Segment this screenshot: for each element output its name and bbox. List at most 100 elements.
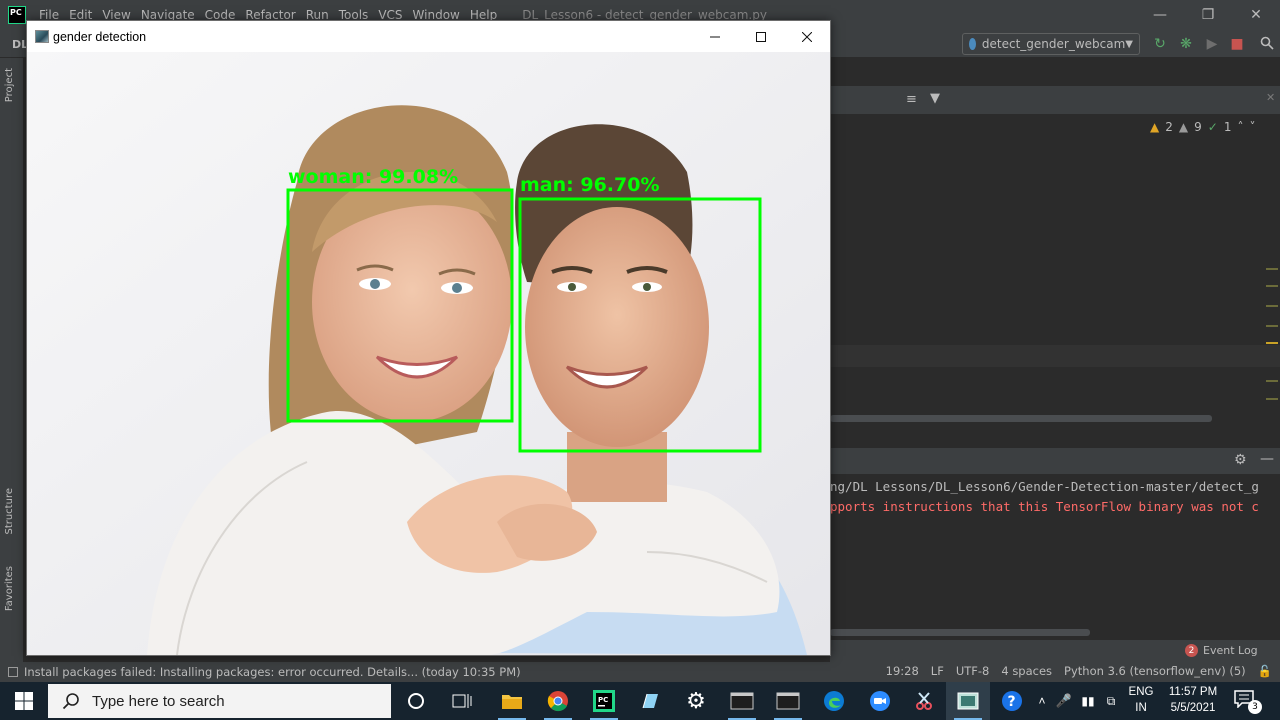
pycharm-icon[interactable]: PC <box>582 682 626 720</box>
console-line: ng/DL Lessons/DL_Lesson6/Gender-Detectio… <box>830 479 1259 494</box>
coverage-icon[interactable]: ▶ <box>1204 36 1220 52</box>
close-panel-icon[interactable]: ✕ <box>1266 91 1275 104</box>
error-stripe-mark[interactable] <box>1266 305 1278 307</box>
run-panel-header: ⚙ — <box>830 448 1280 474</box>
current-line-highlight <box>830 345 1280 367</box>
cortana-icon[interactable] <box>394 682 438 720</box>
gender-detection-window[interactable]: gender detection woman: 99.08% man: 96.7… <box>26 20 831 656</box>
clock-time: 11:57 PM <box>1168 686 1218 698</box>
region-code: IN <box>1135 702 1147 714</box>
project-tool-tab[interactable]: Project <box>4 68 15 102</box>
event-log-label: Event Log <box>1203 644 1258 657</box>
svg-text:PC: PC <box>598 696 608 704</box>
error-stripe-mark[interactable] <box>1266 398 1278 400</box>
search-everywhere-icon[interactable] <box>1259 36 1275 52</box>
notification-badge: 3 <box>1248 700 1262 714</box>
ide-window-controls: — ❐ ✕ <box>1136 0 1280 30</box>
error-stripe-mark[interactable] <box>1266 380 1278 382</box>
zoom-icon[interactable] <box>858 682 902 720</box>
minimize-icon[interactable] <box>692 21 738 52</box>
clock[interactable]: 11:57 PM 5/5/2021 <box>1162 684 1224 716</box>
error-stripe-mark[interactable] <box>1266 342 1278 344</box>
settings-icon[interactable]: ⚙ <box>674 682 718 720</box>
language-code: ENG <box>1128 686 1154 698</box>
error-stripe-mark[interactable] <box>1266 268 1278 270</box>
task-view-icon[interactable] <box>440 682 484 720</box>
editor-toolbar: ≡ ▼ ✕ <box>830 86 1280 114</box>
run-config-selector[interactable]: detect_gender_webcam ▼ <box>962 33 1140 55</box>
interpreter-selector[interactable]: Python 3.6 (tensorflow_env) (5) <box>1064 664 1246 678</box>
close-icon[interactable] <box>784 21 830 52</box>
chrome-icon[interactable] <box>536 682 580 720</box>
windows-taskbar: Type here to search PC ⚙ ? ˄ 🎤 ▮▮ ⧉ ENG … <box>0 682 1280 720</box>
python-icon <box>969 38 976 50</box>
maximize-icon[interactable] <box>738 21 784 52</box>
file-encoding[interactable]: UTF-8 <box>956 664 990 678</box>
warning-count: 2 <box>1165 120 1173 134</box>
file-explorer-icon[interactable] <box>490 682 534 720</box>
app-icon <box>35 30 49 43</box>
hide-panel-icon[interactable]: — <box>1260 451 1274 467</box>
lock-icon[interactable]: 🔓 <box>1258 664 1272 678</box>
taskbar-search-box[interactable]: Type here to search <box>48 684 391 718</box>
terminal-icon-2[interactable] <box>766 682 810 720</box>
console-horizontal-scrollbar[interactable] <box>830 629 1090 636</box>
warning-icon: ▲ <box>1150 120 1160 134</box>
align-icon[interactable]: ≡ <box>906 92 917 107</box>
windows-logo-icon <box>15 692 33 710</box>
detection-label-woman: woman: 99.08% <box>288 166 458 188</box>
event-log-badge: 2 <box>1185 644 1198 657</box>
clock-date: 5/5/2021 <box>1170 702 1216 714</box>
detection-label-man: man: 96.70% <box>520 174 660 196</box>
favorites-tool-tab[interactable]: Favorites <box>4 566 15 611</box>
editor-horizontal-scrollbar[interactable] <box>830 415 1212 422</box>
stop-icon[interactable]: ■ <box>1229 36 1245 52</box>
debug-icon[interactable]: ❋ <box>1178 36 1194 52</box>
search-icon <box>62 693 79 710</box>
snipping-tool-icon[interactable] <box>902 682 946 720</box>
error-stripe-mark[interactable] <box>1266 285 1278 287</box>
opencv-window-taskbar-icon[interactable] <box>946 682 990 720</box>
pycharm-logo-icon: PC <box>8 6 26 24</box>
notepad-icon[interactable] <box>628 682 672 720</box>
gear-icon[interactable]: ⚙ <box>1234 452 1247 468</box>
indent-setting[interactable]: 4 spaces <box>1001 664 1052 678</box>
tray-overflow-chevron-icon[interactable]: ˄ <box>1032 694 1052 708</box>
inspection-widget[interactable]: ▲ 2 ▲ 9 ✓ 1 ˄ ˅ <box>1150 120 1255 134</box>
tool-window-toggle-icon[interactable] <box>8 667 18 677</box>
start-button[interactable] <box>0 682 48 720</box>
rerun-icon[interactable]: ↻ <box>1152 36 1168 52</box>
error-stripe-mark[interactable] <box>1266 325 1278 327</box>
input-language[interactable]: ENG IN <box>1124 684 1158 716</box>
terminal-icon[interactable] <box>720 682 764 720</box>
caret-position[interactable]: 19:28 <box>886 664 919 678</box>
system-tray: ˄ 🎤 ▮▮ ⧉ <box>1032 682 1122 720</box>
chevron-up-icon[interactable]: ˄ <box>1237 120 1243 134</box>
edge-icon[interactable] <box>812 682 856 720</box>
help-icon[interactable]: ? <box>990 682 1034 720</box>
cv-titlebar[interactable]: gender detection <box>27 21 830 52</box>
editor-area[interactable] <box>830 58 1280 453</box>
run-config-label: detect_gender_webcam <box>981 37 1126 51</box>
ide-restore-icon[interactable]: ❐ <box>1184 7 1232 23</box>
line-ending[interactable]: LF <box>931 664 944 678</box>
structure-tool-tab[interactable]: Structure <box>4 488 15 535</box>
run-console[interactable]: ng/DL Lessons/DL_Lesson6/Gender-Detectio… <box>830 474 1280 634</box>
ide-minimize-icon[interactable]: — <box>1136 7 1184 23</box>
event-log-button[interactable]: 2 Event Log <box>1185 644 1258 657</box>
webcam-frame: woman: 99.08% man: 96.70% <box>27 52 830 655</box>
filter-icon[interactable]: ▼ <box>930 91 940 106</box>
status-message[interactable]: Install packages failed: Installing pack… <box>24 665 521 679</box>
cv-window-title: gender detection <box>53 29 147 44</box>
wifi-icon[interactable]: ⧉ <box>1100 694 1122 709</box>
microphone-icon[interactable]: 🎤 <box>1052 693 1076 709</box>
left-tool-strip: Project Structure Favorites <box>0 58 24 662</box>
ide-close-icon[interactable]: ✕ <box>1232 7 1280 23</box>
notification-center-icon[interactable]: 3 <box>1234 690 1262 714</box>
ide-status-bar: Install packages failed: Installing pack… <box>0 662 1280 682</box>
ok-count: 1 <box>1223 120 1232 134</box>
battery-icon[interactable]: ▮▮ <box>1076 694 1100 708</box>
chevron-down-icon: ▼ <box>1125 38 1133 50</box>
chevron-down-small-icon[interactable]: ˅ <box>1249 120 1255 134</box>
svg-text:?: ? <box>1008 694 1016 710</box>
